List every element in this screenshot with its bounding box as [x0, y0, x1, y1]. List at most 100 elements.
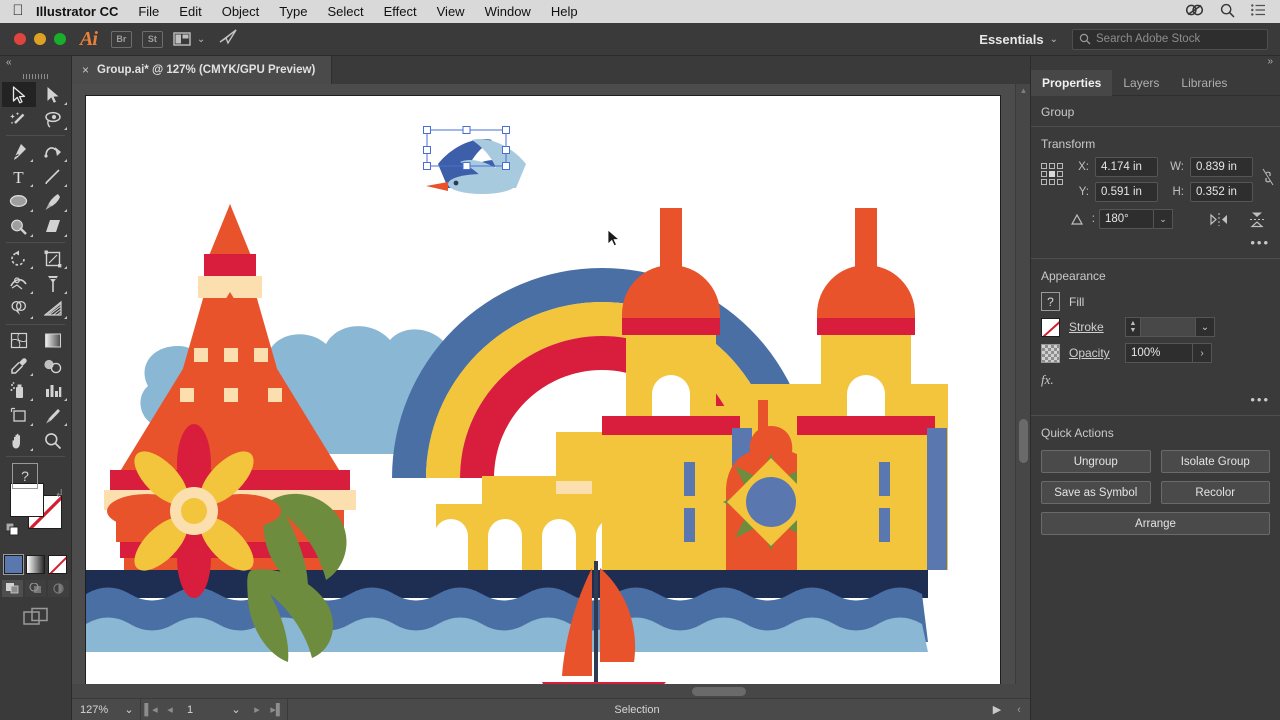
- appearance-more-options[interactable]: •••: [1031, 390, 1280, 415]
- arrange-documents-icon[interactable]: [173, 32, 191, 46]
- vertical-scroll-thumb[interactable]: [1019, 419, 1028, 463]
- isolate-group-button[interactable]: Isolate Group: [1160, 450, 1270, 473]
- x-input[interactable]: 4.174 in: [1095, 157, 1158, 177]
- stroke-chevron-down-icon[interactable]: ⌄: [1196, 317, 1215, 337]
- w-input[interactable]: 0.839 in: [1190, 157, 1253, 177]
- gradient-tool[interactable]: [36, 328, 70, 353]
- lasso-tool[interactable]: [36, 107, 70, 132]
- refpt-bc[interactable]: [1049, 179, 1055, 185]
- artboard[interactable]: [85, 95, 1001, 689]
- column-graph-tool[interactable]: [36, 378, 70, 403]
- hand-tool[interactable]: [2, 428, 36, 453]
- perspective-grid-tool[interactable]: [36, 296, 70, 321]
- menu-edit[interactable]: Edit: [179, 4, 201, 19]
- panel-collapse-icon[interactable]: »: [1031, 56, 1280, 70]
- list-menu-icon[interactable]: [1251, 4, 1266, 19]
- toolbar-collapse-icon[interactable]: «: [0, 56, 71, 70]
- gradient-swatch-mode[interactable]: [26, 555, 45, 574]
- slice-tool[interactable]: [36, 403, 70, 428]
- refpt-tc[interactable]: [1049, 163, 1055, 169]
- refpt-mr[interactable]: [1057, 171, 1063, 177]
- close-icon[interactable]: ×: [82, 63, 89, 77]
- rotate-tool[interactable]: [2, 246, 36, 271]
- last-page-icon[interactable]: ▸▌: [267, 703, 287, 716]
- toolbar-drag-handle[interactable]: [0, 70, 71, 82]
- stroke-weight-stepper[interactable]: ▲ ▼: [1125, 317, 1141, 337]
- mesh-tool[interactable]: [2, 328, 36, 353]
- blend-tool[interactable]: [36, 353, 70, 378]
- menu-effect[interactable]: Effect: [384, 4, 417, 19]
- first-page-icon[interactable]: ▌◂: [141, 703, 161, 716]
- shape-builder-tool[interactable]: [2, 296, 36, 321]
- default-fill-stroke-icon[interactable]: [5, 522, 20, 537]
- stock-search-input[interactable]: Search Adobe Stock: [1072, 28, 1268, 50]
- status-play-icon[interactable]: ▶: [986, 703, 1008, 716]
- workspace-label[interactable]: Essentials: [979, 32, 1043, 47]
- y-input[interactable]: 0.591 in: [1095, 182, 1158, 202]
- shaper-tool[interactable]: [2, 214, 36, 239]
- stroke-weight-input[interactable]: [1141, 317, 1196, 337]
- apple-logo-icon[interactable]: : [8, 3, 28, 20]
- refpt-ml[interactable]: [1041, 171, 1047, 177]
- eraser-tool[interactable]: [36, 214, 70, 239]
- menu-window[interactable]: Window: [485, 4, 531, 19]
- line-segment-tool[interactable]: [36, 164, 70, 189]
- selection-tool[interactable]: [1, 82, 36, 107]
- ungroup-button[interactable]: Ungroup: [1041, 450, 1151, 473]
- h-input[interactable]: 0.352 in: [1190, 182, 1253, 202]
- draw-inside-mode[interactable]: [48, 580, 69, 597]
- zoom-tool[interactable]: [36, 428, 70, 453]
- magic-wand-tool[interactable]: [2, 107, 36, 132]
- angle-chevron-down-icon[interactable]: ⌄: [1154, 209, 1173, 229]
- menu-view[interactable]: View: [437, 4, 465, 19]
- refpt-bl[interactable]: [1041, 179, 1047, 185]
- refpt-center[interactable]: [1049, 171, 1055, 177]
- ellipse-tool[interactable]: [2, 189, 36, 214]
- reference-point-selector[interactable]: [1041, 163, 1063, 185]
- paintbrush-tool[interactable]: [36, 189, 70, 214]
- zoom-window-button[interactable]: [54, 33, 66, 45]
- eyedropper-tool[interactable]: [2, 353, 36, 378]
- refpt-br[interactable]: [1057, 179, 1063, 185]
- next-page-icon[interactable]: ▸: [247, 703, 267, 716]
- curvature-tool[interactable]: [36, 139, 70, 164]
- symbol-sprayer-tool[interactable]: [2, 378, 36, 403]
- canvas-horizontal-scrollbar[interactable]: [72, 684, 1030, 698]
- close-window-button[interactable]: [14, 33, 26, 45]
- page-chevron-down-icon[interactable]: ⌄: [225, 703, 247, 716]
- flip-horizontal-icon[interactable]: [1209, 212, 1229, 227]
- swap-fill-stroke-icon[interactable]: ↲: [55, 487, 64, 500]
- recolor-button[interactable]: Recolor: [1160, 481, 1270, 504]
- tab-layers[interactable]: Layers: [1112, 70, 1170, 96]
- document-tab[interactable]: × Group.ai* @ 127% (CMYK/GPU Preview): [72, 56, 333, 84]
- menu-file[interactable]: File: [138, 4, 159, 19]
- refpt-tr[interactable]: [1057, 163, 1063, 169]
- status-back-icon[interactable]: ‹: [1008, 704, 1030, 716]
- angle-input[interactable]: 180°: [1099, 209, 1154, 229]
- menu-select[interactable]: Select: [327, 4, 363, 19]
- type-tool[interactable]: T: [2, 164, 36, 189]
- opacity-input[interactable]: 100%: [1125, 343, 1193, 363]
- scroll-up-icon[interactable]: ▲: [1016, 84, 1030, 98]
- arrange-chevron-down-icon[interactable]: ⌄: [197, 34, 205, 45]
- refpt-tl[interactable]: [1041, 163, 1047, 169]
- opacity-label[interactable]: Opacity: [1069, 346, 1125, 360]
- stock-button[interactable]: St: [141, 30, 163, 48]
- search-icon[interactable]: [1220, 3, 1235, 21]
- scale-tool[interactable]: [36, 246, 70, 271]
- share-icon[interactable]: [219, 28, 238, 50]
- menu-type[interactable]: Type: [279, 4, 307, 19]
- none-swatch-mode[interactable]: [48, 555, 67, 574]
- fill-swatch-button[interactable]: ?: [1041, 292, 1060, 311]
- flip-vertical-icon[interactable]: [1249, 211, 1265, 228]
- prev-page-icon[interactable]: ◂: [161, 703, 179, 716]
- stroke-label[interactable]: Stroke: [1069, 320, 1125, 334]
- app-name-label[interactable]: Illustrator CC: [36, 4, 118, 19]
- draw-normal-mode[interactable]: [2, 580, 23, 597]
- fx-button[interactable]: fx.: [1031, 366, 1280, 390]
- horizontal-scroll-thumb[interactable]: [692, 687, 746, 696]
- menu-object[interactable]: Object: [222, 4, 260, 19]
- width-tool[interactable]: [2, 271, 36, 296]
- canvas-vertical-scrollbar[interactable]: ▲ ▼: [1015, 84, 1030, 698]
- zoom-level-value[interactable]: 127%: [72, 704, 118, 716]
